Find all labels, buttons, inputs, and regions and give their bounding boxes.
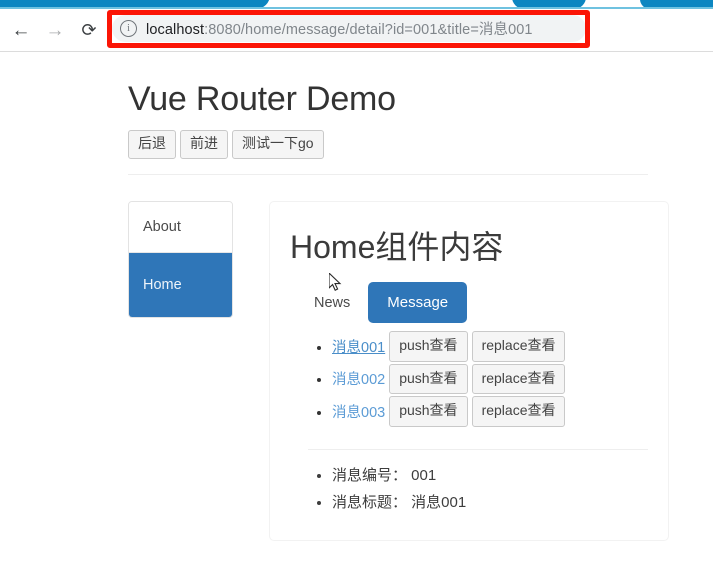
message-list: 消息001 push查看 replace查看 消息002 push查看 repl… <box>290 331 648 427</box>
replace-view-button-002[interactable]: replace查看 <box>471 363 566 395</box>
sidebar-item-label: Home <box>143 277 182 293</box>
message-row: 消息002 push查看 replace查看 <box>332 363 648 395</box>
tab-news[interactable]: News <box>302 286 362 320</box>
tab-message[interactable]: Message <box>368 282 468 323</box>
message-link-003[interactable]: 消息003 <box>332 401 385 422</box>
replace-view-button-001[interactable]: replace查看 <box>471 331 566 362</box>
header-divider <box>128 173 648 175</box>
toolbar-divider <box>0 51 713 52</box>
content-row: About Home Home组件内容 News Message 消息001 <box>128 201 669 541</box>
list-item: 消息001 push查看 replace查看 <box>332 331 648 362</box>
sidebar-item-home[interactable]: Home <box>129 253 232 317</box>
sidebar-list-group: About Home <box>128 201 233 318</box>
push-view-button-002[interactable]: push查看 <box>389 363 468 395</box>
detail-item-id: 消息编号： 001 <box>332 464 648 485</box>
list-item: 消息002 push查看 replace查看 <box>332 363 648 395</box>
address-bar[interactable]: i localhost:8080/home/message/detail?id=… <box>112 15 586 42</box>
url-text: localhost:8080/home/message/detail?id=00… <box>146 18 533 39</box>
site-info-icon[interactable]: i <box>120 20 137 37</box>
detail-item-title: 消息标题： 消息001 <box>332 491 648 512</box>
push-view-button-001[interactable]: push查看 <box>389 331 468 362</box>
nav-button-group: 后退 前进 测试一下go <box>128 130 648 159</box>
sidebar: About Home <box>128 201 233 541</box>
content-tabs: News Message <box>302 282 648 323</box>
home-panel: Home组件内容 News Message 消息001 push查看 repla… <box>269 201 669 541</box>
url-host: localhost <box>146 22 205 38</box>
forward-arrow-icon[interactable]: → <box>38 13 72 47</box>
page-viewport: Vue Router Demo 后退 前进 测试一下go About Home … <box>0 56 713 584</box>
tab-strip <box>0 0 713 9</box>
test-go-button[interactable]: 测试一下go <box>232 130 324 159</box>
message-link-002[interactable]: 消息002 <box>332 368 385 389</box>
back-arrow-icon[interactable]: ← <box>4 13 38 47</box>
panel-title: Home组件内容 <box>290 229 504 265</box>
message-link-001[interactable]: 消息001 <box>332 336 385 357</box>
replace-view-button-003[interactable]: replace查看 <box>471 396 566 427</box>
page-title: Vue Router Demo <box>128 80 396 118</box>
push-view-button-003[interactable]: push查看 <box>389 396 468 427</box>
list-item: 消息003 push查看 replace查看 <box>332 396 648 427</box>
message-detail-list: 消息编号： 001 消息标题： 消息001 <box>290 464 648 512</box>
detail-divider <box>308 448 648 450</box>
sidebar-item-about[interactable]: About <box>129 202 232 253</box>
content-column: Home组件内容 News Message 消息001 push查看 repla… <box>269 201 669 541</box>
sidebar-item-label: About <box>143 219 181 235</box>
page-header: Vue Router Demo 后退 前进 测试一下go <box>128 80 648 175</box>
back-button[interactable]: 后退 <box>128 130 176 159</box>
browser-chrome: ← → ⟳ i localhost:8080/home/message/deta… <box>0 0 713 56</box>
url-path: :8080/home/message/detail?id=001&title=消… <box>204 22 533 38</box>
reload-icon[interactable]: ⟳ <box>72 13 106 47</box>
message-row: 消息003 push查看 replace查看 <box>332 396 648 427</box>
message-row: 消息001 push查看 replace查看 <box>332 331 648 362</box>
forward-button[interactable]: 前进 <box>180 130 228 159</box>
